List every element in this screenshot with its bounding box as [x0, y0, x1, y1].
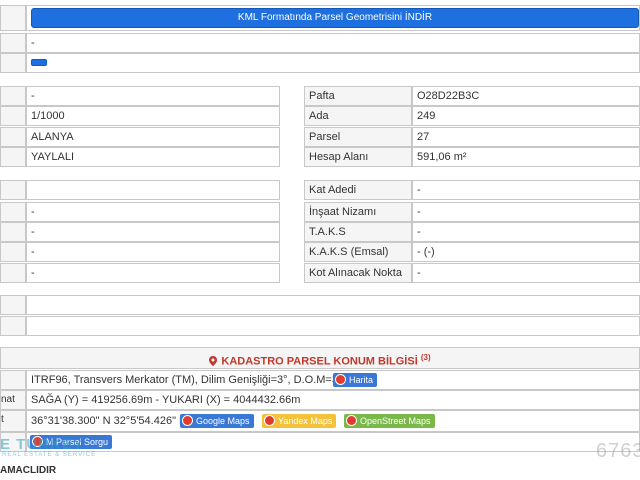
projection-text: ITRF96, Transvers Merkator (TM), Dilim G…	[31, 374, 349, 386]
row-label-stub	[0, 147, 26, 167]
parcel-field-value: 591,06 m²	[412, 147, 640, 167]
watermark-brand: E TURKEY	[0, 436, 84, 453]
yandex-maps-button[interactable]: Yandex Maps	[262, 414, 337, 428]
empty-row	[26, 316, 640, 336]
row-label-stub	[0, 127, 26, 147]
osm-maps-label: OpenStreet Maps	[360, 416, 431, 426]
geo-text: 36°31'38.300" N 32°5'54.426" E	[31, 415, 187, 427]
zoning-field-label: İnşaat Nizamı	[304, 202, 412, 222]
parcel-field-label: Pafta	[304, 86, 412, 106]
zoning-left-value	[26, 180, 280, 200]
parcel-field-value: 249	[412, 106, 640, 126]
google-maps-button[interactable]: Google Maps	[180, 414, 254, 428]
osm-maps-button[interactable]: OpenStreet Maps	[344, 414, 435, 428]
small-blue-button[interactable]	[31, 59, 47, 66]
row-label-stub	[0, 263, 26, 283]
zoning-field-value: -	[412, 263, 640, 283]
watermark-number: 6763	[596, 440, 640, 462]
row-label-stub	[0, 106, 26, 126]
row-label-stub	[0, 370, 26, 390]
parcel-left-value: -	[26, 86, 280, 106]
zoning-field-value: - (-)	[412, 242, 640, 262]
zoning-left-value: -	[26, 263, 280, 283]
zoning-field-label: Kot Alınacak Nokta	[304, 263, 412, 283]
coord-text: SAĞA (Y) = 419256.69m - YUKARI (X) = 404…	[31, 394, 301, 406]
parcel-left-value: YAYLALI	[26, 147, 280, 167]
zoning-field-value: -	[412, 202, 640, 222]
row-label-stub	[0, 316, 26, 336]
harita-button[interactable]: Harita	[333, 373, 378, 387]
zoning-left-value: -	[26, 242, 280, 262]
map-marker-icon	[335, 374, 346, 385]
row-label-stub	[0, 5, 26, 31]
zoning-left-value: -	[26, 202, 280, 222]
row-label-stub	[0, 33, 26, 53]
watermark-tagline: REAL ESTATE & SERVICE	[2, 452, 97, 458]
zoning-field-label: T.A.K.S	[304, 222, 412, 242]
kml-row: KML Formatında Parsel Geometrisini İNDİR	[26, 5, 640, 31]
small-button-row	[26, 53, 640, 73]
row-label-stub	[0, 242, 26, 262]
google-marker-icon	[182, 415, 193, 426]
yandex-maps-label: Yandex Maps	[278, 416, 333, 426]
zoning-field-value: -	[412, 222, 640, 242]
location-header: KADASTRO PARSEL KONUM BİLGİSİ (3)	[0, 347, 640, 369]
row-label-stub	[0, 180, 26, 200]
zoning-field-label: Kat Adedi	[304, 180, 412, 200]
row-label-stub	[0, 222, 26, 242]
row-label-stub	[0, 202, 26, 222]
osm-marker-icon	[346, 415, 357, 426]
zoning-field-value: -	[412, 180, 640, 200]
yandex-marker-icon	[264, 415, 275, 426]
parcel-left-value: 1/1000	[26, 106, 280, 126]
row-label-stub	[0, 86, 26, 106]
empty-row	[26, 295, 640, 315]
geo-label: t	[0, 410, 26, 432]
dash-value: -	[26, 33, 640, 53]
coord-row: SAĞA (Y) = 419256.69m - YUKARI (X) = 404…	[26, 390, 640, 410]
location-title: KADASTRO PARSEL KONUM BİLGİSİ	[221, 355, 418, 368]
zoning-left-value: -	[26, 222, 280, 242]
parcel-left-value: ALANYA	[26, 127, 280, 147]
parcel-field-label: Hesap Alanı	[304, 147, 412, 167]
sorgu-row	[26, 432, 640, 452]
row-label-stub	[0, 53, 26, 73]
parcel-field-label: Parsel	[304, 127, 412, 147]
kml-download-button[interactable]: KML Formatında Parsel Geometrisini İNDİR	[31, 8, 639, 28]
parcel-field-label: Ada	[304, 106, 412, 126]
coord-label: nat	[0, 390, 26, 410]
zoning-field-label: K.A.K.S (Emsal)	[304, 242, 412, 262]
map-pin-icon	[209, 355, 218, 366]
google-maps-label: Google Maps	[196, 416, 250, 426]
harita-label: Harita	[349, 375, 374, 385]
parcel-field-value: 27	[412, 127, 640, 147]
amaclidir-label: AMACLIDIR	[0, 465, 57, 476]
location-title-note: (3)	[420, 353, 431, 362]
row-label-stub	[0, 295, 26, 315]
parcel-field-value: O28D22B3C	[412, 86, 640, 106]
